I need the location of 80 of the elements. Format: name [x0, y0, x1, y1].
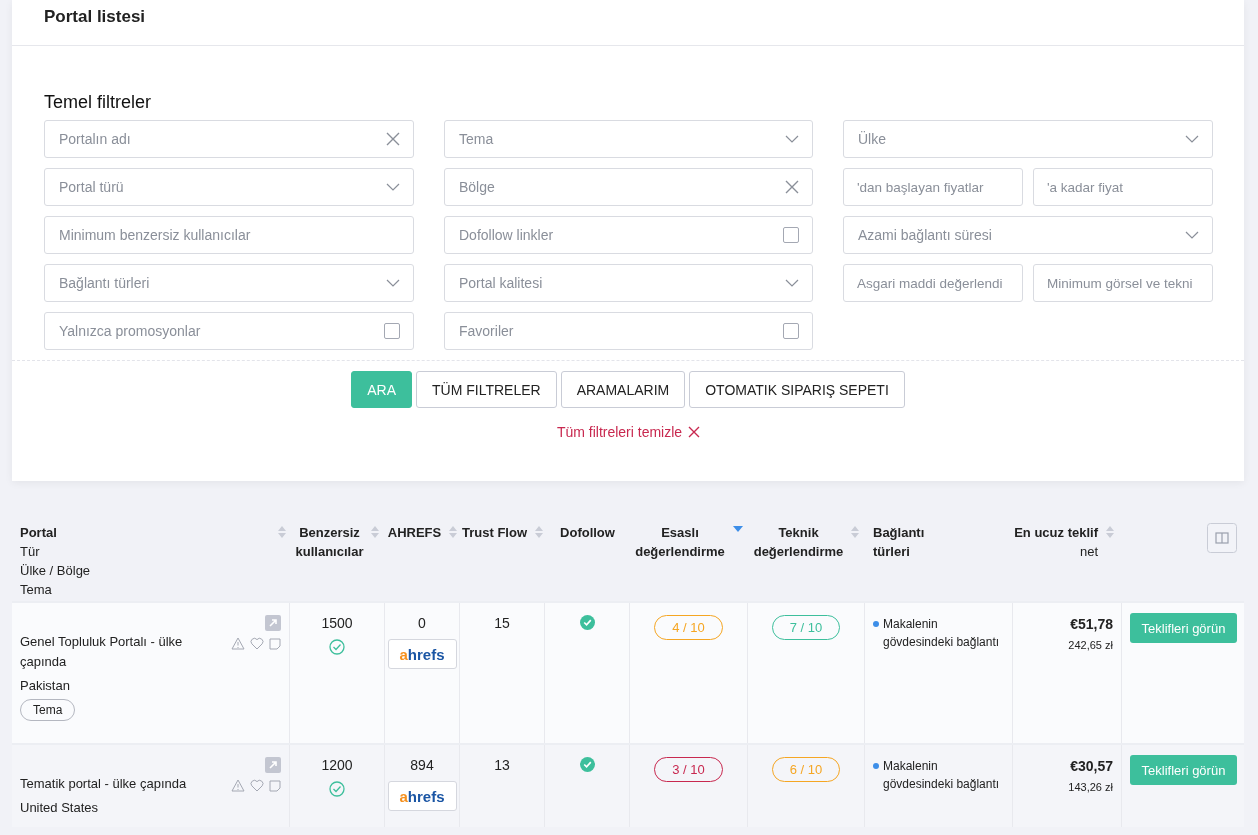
column-header[interactable]: Dofollow	[560, 523, 615, 542]
dropdown[interactable]: Azami bağlantı süresi	[843, 216, 1213, 254]
close-icon[interactable]	[386, 132, 400, 146]
column-header[interactable]: türleri	[873, 542, 925, 561]
price: €30,57	[1069, 758, 1113, 774]
dropdown[interactable]: Bağlantı türleri	[44, 264, 414, 302]
country-name: Pakistan	[20, 678, 70, 693]
bullet-dot	[873, 621, 879, 627]
table-cell: 1500	[321, 615, 353, 631]
column-header[interactable]: kullanıcılar	[295, 542, 364, 561]
input-field[interactable]: Minimum görsel ve tekni	[1033, 264, 1213, 302]
external-link-icon[interactable]	[265, 757, 281, 773]
chevron-down-icon[interactable]	[1185, 231, 1199, 239]
chevron-down-icon[interactable]	[386, 279, 400, 287]
heart-icon[interactable]	[250, 779, 264, 792]
chevron-down-icon[interactable]	[785, 279, 799, 287]
column-header[interactable]: Esaslı	[635, 523, 725, 542]
ahrefs-logo-button[interactable]: ahrefs	[387, 639, 457, 669]
clear-filters-link[interactable]: Tüm filtreleri temizle	[556, 424, 701, 440]
table-cell: 1200	[321, 757, 353, 773]
columns-icon[interactable]	[1207, 523, 1237, 553]
note-icon[interactable]	[269, 637, 281, 650]
section-title: Temel filtreler	[44, 91, 153, 112]
heart-icon[interactable]	[250, 637, 264, 650]
column-header[interactable]: net	[1014, 542, 1098, 561]
note-icon[interactable]	[269, 779, 281, 792]
column-header[interactable]: AHREFS	[387, 523, 442, 542]
input-field[interactable]: Bölge	[444, 168, 813, 206]
filter-button[interactable]: TÜM FILTRELER	[416, 371, 557, 408]
column-header[interactable]: Tür	[20, 542, 91, 561]
table-cell: 15	[494, 615, 510, 631]
table-cell: 13	[494, 757, 510, 773]
ahrefs-logo-button[interactable]: ahrefs	[387, 781, 457, 811]
price-local: 143,26 zł	[1067, 781, 1113, 793]
country-name: United States	[20, 800, 99, 815]
chevron-down-icon[interactable]	[785, 135, 799, 143]
close-icon[interactable]	[688, 426, 701, 438]
checkbox[interactable]	[783, 323, 799, 339]
price: €51,78	[1069, 616, 1113, 632]
chevron-down-icon[interactable]	[386, 183, 400, 191]
checkbox[interactable]	[783, 227, 799, 243]
column-header[interactable]: Trust Flow	[462, 523, 527, 542]
portal-name[interactable]: Tematik portal - ülke çapında	[20, 774, 200, 794]
table-cell: 0	[418, 615, 426, 631]
close-icon[interactable]	[785, 180, 799, 194]
checkbox-field[interactable]: Favoriler	[444, 312, 813, 350]
input-field[interactable]: Portalın adı	[44, 120, 414, 158]
column-header[interactable]: Tema	[20, 580, 91, 599]
filter-button[interactable]: OTOMATIK SIPARIŞ SEPETI	[689, 371, 905, 408]
portal-name[interactable]: Genel Topluluk Portalı - ülke çapında	[20, 632, 200, 672]
checkbox[interactable]	[384, 323, 400, 339]
input-field[interactable]: Asgari maddi değerlendi	[843, 264, 1023, 302]
bullet-dot	[873, 763, 879, 769]
dropdown[interactable]: Tema	[444, 120, 813, 158]
filter-button[interactable]: ARAMALARIM	[560, 371, 686, 408]
input-field[interactable]: Minimum benzersiz kullanıcılar	[44, 216, 414, 254]
column-header[interactable]: En ucuz teklif	[1014, 523, 1098, 542]
column-header[interactable]: Bağlantı	[873, 523, 925, 542]
column-header[interactable]: Ülke / Bölge	[20, 561, 91, 580]
dropdown[interactable]: Ülke	[843, 120, 1213, 158]
column-header[interactable]: değerlendirme	[635, 542, 725, 561]
input-field[interactable]: 'dan başlayan fiyatlar	[843, 168, 1023, 206]
table-cell: 894	[410, 757, 434, 773]
warning-icon[interactable]	[231, 637, 245, 650]
column-header[interactable]: Portal	[20, 523, 91, 542]
link-type: Makalenin gövdesindeki bağlantı	[883, 616, 1001, 651]
checkbox-field[interactable]: Dofollow linkler	[444, 216, 813, 254]
chevron-down-icon[interactable]	[1185, 135, 1199, 143]
warning-icon[interactable]	[231, 779, 245, 792]
input-field[interactable]: 'a kadar fiyat	[1033, 168, 1213, 206]
checkbox-field[interactable]: Yalnızca promosyonlar	[44, 312, 414, 350]
price-local: 242,65 zł	[1067, 639, 1113, 651]
column-header[interactable]: Benzersiz	[295, 523, 364, 542]
column-header[interactable]: değerlendirme	[753, 542, 844, 561]
dropdown[interactable]: Portal türü	[44, 168, 414, 206]
column-header[interactable]: Teknik	[753, 523, 844, 542]
external-link-icon[interactable]	[265, 615, 281, 631]
link-type: Makalenin gövdesindeki bağlantı	[883, 758, 1001, 793]
dropdown[interactable]: Portal kalitesi	[444, 264, 813, 302]
page-title: Portal listesi	[12, 0, 1244, 46]
